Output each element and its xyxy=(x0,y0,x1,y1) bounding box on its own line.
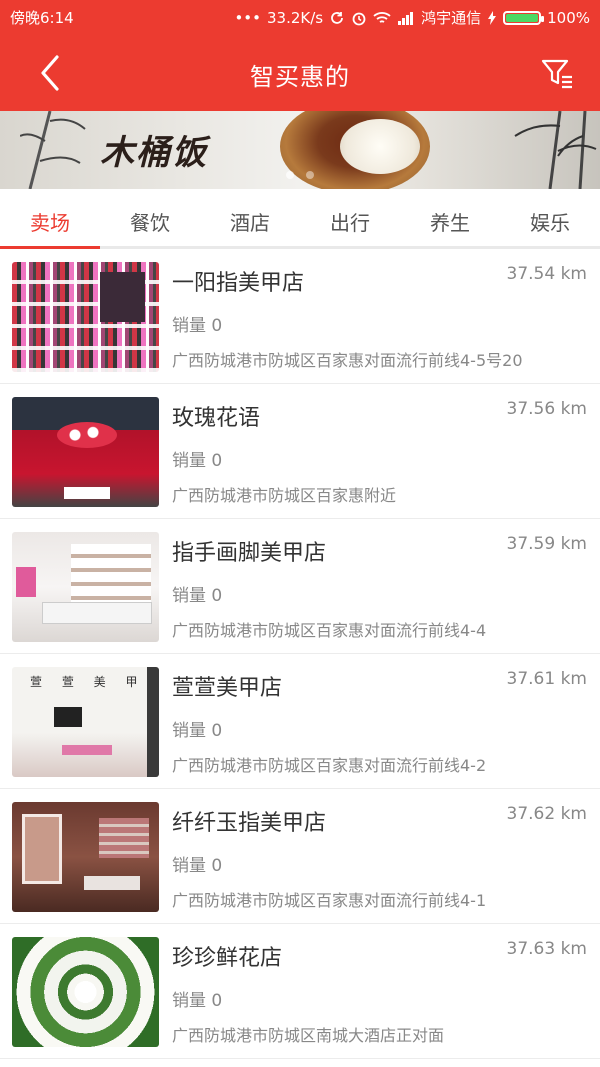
store-name: 一阳指美甲店 xyxy=(172,271,305,296)
store-list: 一阳指美甲店 37.54 km 销量 0 广西防城港市防城区百家惠对面流行前线4… xyxy=(0,249,600,1059)
store-address: 广西防城港市防城区百家惠对面流行前线4-2 xyxy=(172,756,487,775)
battery-icon xyxy=(503,10,545,25)
store-thumbnail xyxy=(12,802,159,912)
tab-travel[interactable]: 出行 xyxy=(300,189,400,246)
tab-hotel[interactable]: 酒店 xyxy=(200,189,300,246)
wifi-icon xyxy=(373,11,391,25)
banner-title: 木桶饭 xyxy=(100,133,208,173)
status-indicators: ••• 33.2K/s 鸿宇通信 100% xyxy=(234,7,590,28)
store-thumbnail xyxy=(12,262,159,372)
store-item[interactable]: 纤纤玉指美甲店 37.62 km 销量 0 广西防城港市防城区百家惠对面流行前线… xyxy=(0,789,600,924)
store-item[interactable]: 珍珍鲜花店 37.63 km 销量 0 广西防城港市防城区南城大酒店正对面 xyxy=(0,924,600,1059)
store-distance: 37.59 km xyxy=(506,534,587,554)
store-sales: 销量 0 xyxy=(172,451,223,471)
battery-percent: 100% xyxy=(547,8,590,27)
filter-icon xyxy=(540,55,576,91)
store-thumbnail: 萱 萱 美 甲 xyxy=(12,667,159,777)
store-item[interactable]: 一阳指美甲店 37.54 km 销量 0 广西防城港市防城区百家惠对面流行前线4… xyxy=(0,249,600,384)
store-thumbnail xyxy=(12,532,159,642)
sync-icon xyxy=(329,10,345,26)
store-address: 广西防城港市防城区百家惠对面流行前线4-5号20 xyxy=(172,351,523,370)
store-distance: 37.56 km xyxy=(506,399,587,419)
store-distance: 37.62 km xyxy=(506,804,587,824)
store-thumbnail xyxy=(12,397,159,507)
banner-rice-image xyxy=(340,119,420,174)
store-distance: 37.63 km xyxy=(506,939,587,959)
charging-icon xyxy=(487,10,497,25)
bamboo-decoration-icon xyxy=(20,111,86,189)
carrier-name: 鸿宇通信 xyxy=(421,9,482,27)
store-sales: 销量 0 xyxy=(172,586,223,606)
store-name: 珍珍鲜花店 xyxy=(172,946,283,971)
tab-dining[interactable]: 餐饮 xyxy=(100,189,200,246)
category-tabs: 卖场 餐饮 酒店 出行 养生 娱乐 xyxy=(0,189,600,249)
tab-wellness[interactable]: 养生 xyxy=(400,189,500,246)
store-distance: 37.54 km xyxy=(506,264,587,284)
store-sales: 销量 0 xyxy=(172,991,223,1011)
network-speed: 33.2K/s xyxy=(266,8,324,27)
tab-mall[interactable]: 卖场 xyxy=(0,189,100,249)
bamboo-decoration-icon xyxy=(514,111,597,189)
store-item[interactable]: 玫瑰花语 37.56 km 销量 0 广西防城港市防城区百家惠附近 xyxy=(0,384,600,519)
store-sales: 销量 0 xyxy=(172,856,223,876)
carousel-dot[interactable] xyxy=(306,171,314,179)
promo-banner[interactable]: 木桶饭 xyxy=(0,111,600,189)
store-name: 玫瑰花语 xyxy=(172,406,261,431)
notification-dots: ••• xyxy=(234,8,261,27)
alarm-icon xyxy=(351,10,367,26)
carousel-dot[interactable] xyxy=(286,171,294,179)
store-name: 纤纤玉指美甲店 xyxy=(172,811,327,836)
tab-entertainment[interactable]: 娱乐 xyxy=(500,189,600,246)
page-title: 智买惠的 xyxy=(250,63,350,91)
status-bar: 傍晚6:14 ••• 33.2K/s 鸿宇通信 100% xyxy=(0,0,600,33)
store-address: 广西防城港市防城区百家惠对面流行前线4-4 xyxy=(172,621,487,640)
store-item[interactable]: 萱 萱 美 甲 萱萱美甲店 37.61 km 销量 0 广西防城港市防城区百家惠… xyxy=(0,654,600,789)
store-name: 萱萱美甲店 xyxy=(172,676,283,701)
store-item[interactable]: 指手画脚美甲店 37.59 km 销量 0 广西防城港市防城区百家惠对面流行前线… xyxy=(0,519,600,654)
store-sales: 销量 0 xyxy=(172,721,223,741)
store-thumbnail xyxy=(12,937,159,1047)
store-name: 指手画脚美甲店 xyxy=(172,541,327,566)
filter-button[interactable] xyxy=(540,55,576,91)
store-address: 广西防城港市防城区南城大酒店正对面 xyxy=(172,1026,445,1045)
store-address: 广西防城港市防城区百家惠对面流行前线4-1 xyxy=(172,891,487,910)
store-address: 广西防城港市防城区百家惠附近 xyxy=(172,486,397,505)
store-distance: 37.61 km xyxy=(506,669,587,689)
thumbnail-sign: 萱 萱 美 甲 xyxy=(30,675,146,689)
status-time: 傍晚6:14 xyxy=(10,9,74,27)
signal-icon xyxy=(397,11,415,25)
store-sales: 销量 0 xyxy=(172,316,223,336)
app-header: 智买惠的 xyxy=(0,33,600,111)
